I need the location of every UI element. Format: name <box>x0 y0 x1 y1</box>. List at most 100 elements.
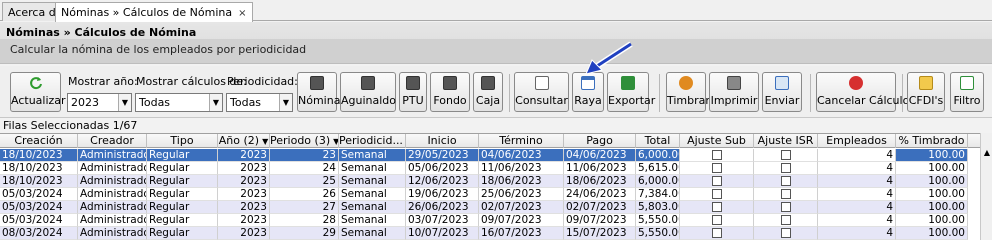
ajuste-sub-checkbox[interactable] <box>711 188 722 199</box>
table-cell: Administrador <box>78 162 147 175</box>
cfdis-label: CFDI's <box>908 94 944 107</box>
tab-bar: Acerca de Nóminas » Cálculos de Nómina × <box>0 0 992 22</box>
tab-calculos-nomina[interactable]: Nóminas » Cálculos de Nómina × <box>55 2 253 22</box>
consultar-label: Consultar <box>515 94 568 107</box>
ajuste-isr-checkbox[interactable] <box>780 201 791 212</box>
toolbar-divider <box>509 74 510 112</box>
ptu-button[interactable]: PTU <box>399 72 427 112</box>
column-header-label: Pago <box>586 134 613 147</box>
ajuste-sub-checkbox[interactable] <box>711 227 722 238</box>
table-cell: 26 <box>270 188 339 201</box>
ajuste-isr-checkbox[interactable] <box>780 227 791 238</box>
column-header[interactable]: Año (2) ▼ <box>218 134 270 148</box>
table-cell: 04/06/2023 <box>479 149 564 162</box>
selection-status: Filas Seleccionadas 1/67 <box>0 119 992 133</box>
column-header[interactable]: Inicio <box>406 134 479 148</box>
ajuste-isr-checkbox[interactable] <box>780 214 791 225</box>
period-select[interactable]: Todas ▼ <box>226 93 293 112</box>
vertical-scrollbar[interactable]: ▲ <box>980 133 992 240</box>
send-mail-icon <box>775 76 789 90</box>
ajuste-isr-checkbox[interactable] <box>780 188 791 199</box>
toolbar-divider <box>902 74 903 112</box>
column-header[interactable]: Creador <box>78 134 147 148</box>
column-header[interactable]: Periodo (3) ▼ <box>270 134 339 148</box>
table-row[interactable]: 05/03/2024 Administrador Regular 2023 28 Sema… <box>0 214 980 227</box>
table-row[interactable]: 18/10/2023 Administrador Regular 2023 24 Sema… <box>0 162 980 175</box>
ajuste-isr-checkbox[interactable] <box>780 149 791 160</box>
table-header: Creación Creador Tipo Año (2) ▼ Periodo (3) ▼ P… <box>0 134 980 148</box>
table-cell <box>754 201 818 214</box>
column-header[interactable]: Tipo <box>147 134 218 148</box>
close-icon[interactable]: × <box>238 8 246 19</box>
enviar-button[interactable]: Enviar <box>762 72 802 112</box>
column-header[interactable]: Término <box>479 134 564 148</box>
table-cell: 100.00 <box>896 175 968 188</box>
column-header[interactable]: Creación <box>0 134 78 148</box>
chevron-down-icon: ▼ <box>279 94 292 111</box>
filtro-label: Filtro <box>953 94 981 107</box>
table-cell <box>754 214 818 227</box>
table-cell: 25 <box>270 175 339 188</box>
scroll-up-icon[interactable]: ▲ <box>981 147 992 159</box>
column-header[interactable]: % Timbrado <box>896 134 968 148</box>
caja-button[interactable]: Caja <box>473 72 503 112</box>
table-cell: Administrador <box>78 201 147 214</box>
calculator-icon <box>443 76 457 90</box>
table-cell: 5,803.00 <box>636 201 680 214</box>
table-cell: Administrador <box>78 149 147 162</box>
aguinaldo-button[interactable]: Aguinaldo <box>340 72 396 112</box>
table-row[interactable]: 05/03/2024 Administrador Regular 2023 27 Sema… <box>0 201 980 214</box>
tab-label: Nóminas » Cálculos de Nómina <box>61 6 233 19</box>
actualizar-button[interactable]: Actualizar <box>10 72 66 112</box>
table-cell: 24 <box>270 162 339 175</box>
ajuste-sub-checkbox[interactable] <box>711 149 722 160</box>
ajuste-sub-checkbox[interactable] <box>711 162 722 173</box>
column-header[interactable]: Periodicid...▼ <box>339 134 406 148</box>
table-row[interactable]: 18/10/2023 Administrador Regular 2023 23 Sema… <box>0 149 980 162</box>
column-header[interactable]: Ajuste Sub <box>680 134 754 148</box>
table-cell: 05/03/2024 <box>0 201 78 214</box>
filtro-button[interactable]: Filtro <box>950 72 984 112</box>
nomina-button[interactable]: Nómina <box>297 72 340 112</box>
consultar-button[interactable]: Consultar <box>514 72 569 112</box>
ajuste-sub-checkbox[interactable] <box>711 201 722 212</box>
table-cell: 100.00 <box>896 201 968 214</box>
column-header[interactable]: Pago <box>564 134 636 148</box>
column-header-label: Ajuste ISR <box>757 134 814 147</box>
fondo-button[interactable]: Fondo <box>430 72 470 112</box>
table-row[interactable]: 05/03/2024 Administrador Regular 2023 26 Sema… <box>0 188 980 201</box>
ajuste-sub-checkbox[interactable] <box>711 214 722 225</box>
filter-dropdown-icon[interactable]: ▼ <box>262 137 268 146</box>
cancel-icon <box>849 76 863 90</box>
ajuste-isr-checkbox[interactable] <box>780 175 791 186</box>
caja-label: Caja <box>475 94 501 107</box>
ajuste-isr-checkbox[interactable] <box>780 162 791 173</box>
column-header[interactable]: Empleados <box>818 134 896 148</box>
calc-select[interactable]: Todas ▼ <box>135 93 223 112</box>
table-cell <box>680 227 754 240</box>
table-cell: 27 <box>270 201 339 214</box>
table-cell <box>754 188 818 201</box>
ajuste-sub-checkbox[interactable] <box>711 175 722 186</box>
column-header-label: Empleados <box>826 134 887 147</box>
table-cell: 5,615.00 <box>636 162 680 175</box>
table-row[interactable]: 08/03/2024 Administrador Regular 2023 29 Sema… <box>0 227 980 240</box>
table-cell: 29 <box>270 227 339 240</box>
chevron-down-icon: ▼ <box>118 94 131 111</box>
table-cell: 6,000.00 <box>636 175 680 188</box>
table-cell: 23 <box>270 149 339 162</box>
table-cell: 7,384.00 <box>636 188 680 201</box>
cfdis-button[interactable]: CFDI's <box>907 72 945 112</box>
year-select[interactable]: 2023 ▼ <box>67 93 132 112</box>
calculations-table[interactable]: Creación Creador Tipo Año (2) ▼ Periodo (3) ▼ P… <box>0 133 980 240</box>
timbrar-button[interactable]: Timbrar <box>666 72 710 112</box>
column-header[interactable]: Total <box>636 134 680 148</box>
table-cell: Administrador <box>78 227 147 240</box>
table-cell: 09/07/2023 <box>564 214 636 227</box>
cancelar-calculo-button[interactable]: Cancelar Cálculo <box>816 72 909 112</box>
column-header[interactable]: Ajuste ISR <box>754 134 818 148</box>
imprimir-button[interactable]: Imprimir <box>709 72 759 112</box>
table-row[interactable]: 18/10/2023 Administrador Regular 2023 25 Sema… <box>0 175 980 188</box>
table-cell: 03/07/2023 <box>406 214 479 227</box>
table-cell: 5,550.00 <box>636 214 680 227</box>
